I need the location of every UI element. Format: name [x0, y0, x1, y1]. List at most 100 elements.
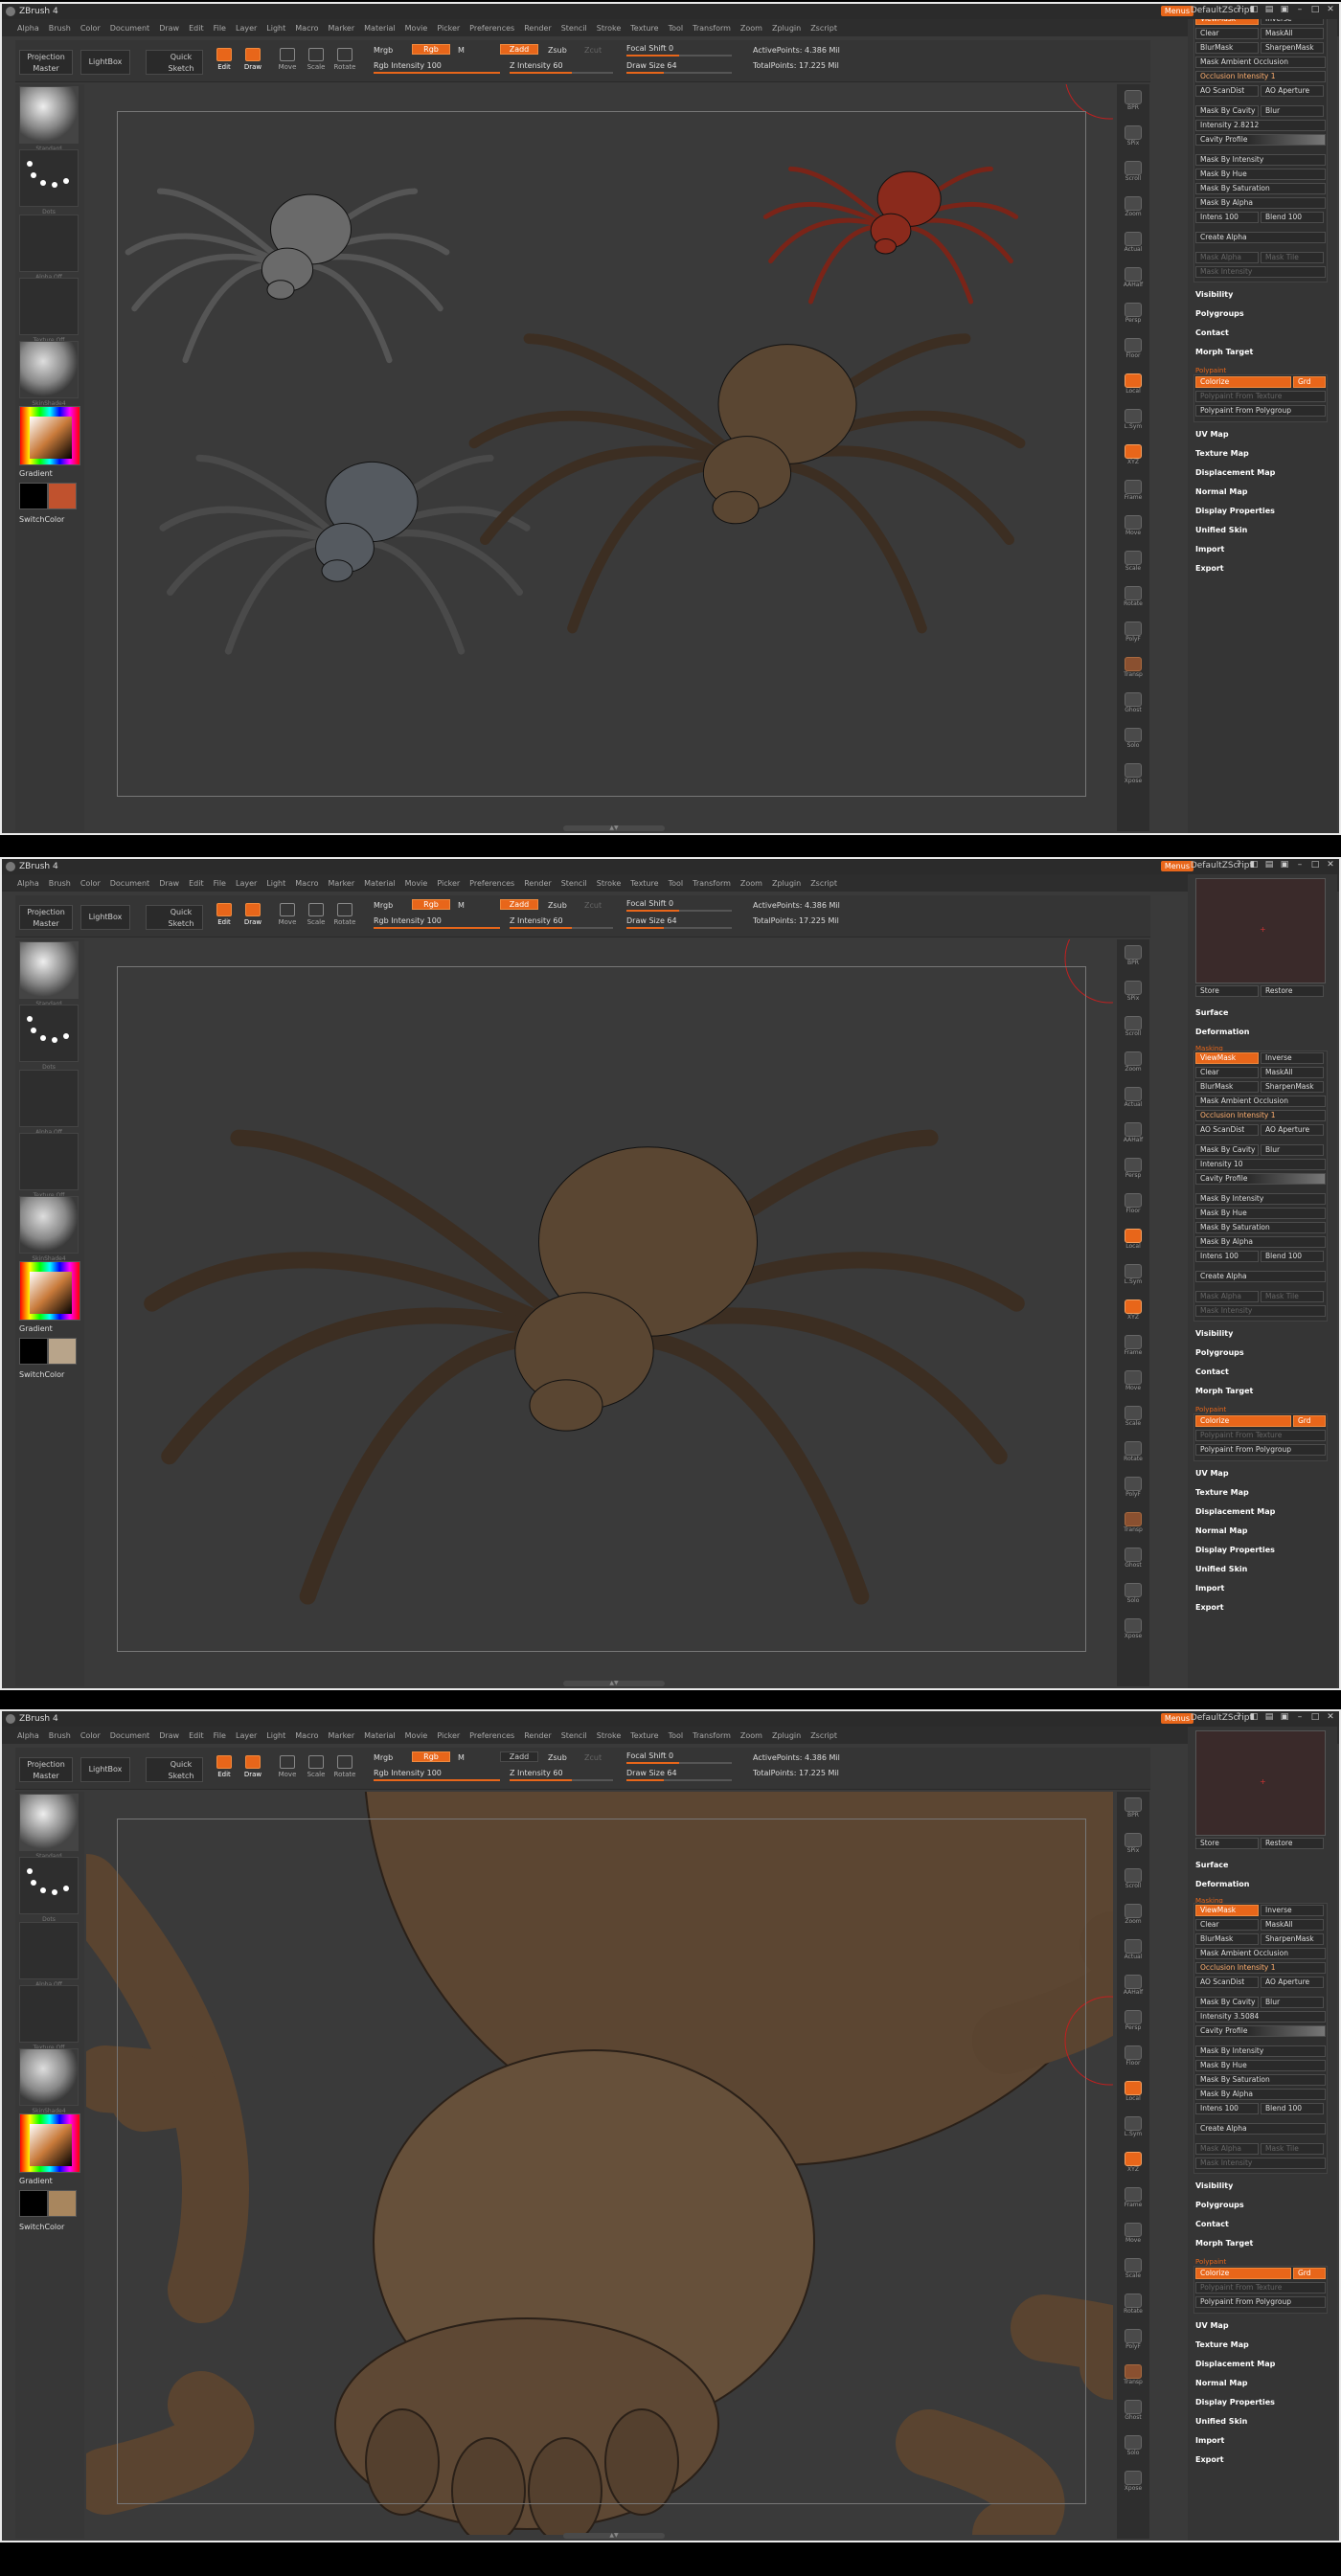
- menu-item-light[interactable]: Light: [266, 1731, 285, 1740]
- menu-item-light[interactable]: Light: [266, 24, 285, 33]
- shelf-xyz-button[interactable]: XYZ: [1120, 2152, 1147, 2177]
- normalmap-subpalette[interactable]: Normal Map: [1195, 2379, 1247, 2387]
- shelf-solo-button[interactable]: Solo: [1120, 2435, 1147, 2460]
- focal-shift-slider[interactable]: Focal Shift 0: [626, 1751, 673, 1760]
- material-thumbnail[interactable]: [19, 341, 79, 398]
- focal-shift-track[interactable]: [626, 910, 732, 912]
- uvmap-subpalette[interactable]: UV Map: [1195, 2321, 1229, 2330]
- shelf-local-button[interactable]: Local: [1120, 373, 1147, 398]
- mask-alpha2-button[interactable]: Mask Alpha: [1195, 1291, 1259, 1302]
- clear-button[interactable]: Clear: [1195, 1067, 1259, 1078]
- zsub-button[interactable]: Zsub: [548, 46, 567, 55]
- blurmask-button[interactable]: BlurMask: [1195, 1933, 1259, 1945]
- inverse-button[interactable]: Inverse: [1261, 1052, 1324, 1064]
- menu-item-material[interactable]: Material: [364, 1731, 396, 1740]
- maximize-icon[interactable]: □: [1310, 860, 1320, 870]
- surface-subpalette[interactable]: Surface: [1195, 1008, 1228, 1017]
- shelf-actual-button[interactable]: Actual: [1120, 1939, 1147, 1964]
- menu-item-edit[interactable]: Edit: [189, 879, 204, 888]
- mask-sat-button[interactable]: Mask By Saturation: [1195, 1222, 1326, 1233]
- menu-item-brush[interactable]: Brush: [49, 24, 71, 33]
- blur-button[interactable]: Blur: [1261, 1144, 1324, 1156]
- close-icon[interactable]: ✕: [1326, 860, 1335, 870]
- menu-item-document[interactable]: Document: [110, 1731, 149, 1740]
- scale-button[interactable]: Scale: [303, 48, 330, 77]
- export-subpalette[interactable]: Export: [1195, 564, 1224, 573]
- colorize-button[interactable]: Colorize: [1195, 2268, 1291, 2279]
- menu-item-render[interactable]: Render: [524, 879, 551, 888]
- shelf-ghost-button[interactable]: Ghost: [1120, 692, 1147, 717]
- shelf-xpose-button[interactable]: Xpose: [1120, 2471, 1147, 2496]
- shelf-scale-button[interactable]: Scale: [1120, 2258, 1147, 2283]
- rgb-intensity-track[interactable]: [374, 927, 500, 929]
- secondary-color-swatch[interactable]: [19, 483, 48, 509]
- layout-icon[interactable]: ◧: [1249, 5, 1259, 15]
- help-icon[interactable]: ?: [1234, 1712, 1243, 1723]
- shelf-solo-button[interactable]: Solo: [1120, 728, 1147, 753]
- polypaint-from-polygroup-button[interactable]: Polypaint From Polygroup: [1195, 2296, 1326, 2308]
- menu-item-zscript[interactable]: Zscript: [810, 1731, 837, 1740]
- menu-item-preferences[interactable]: Preferences: [469, 24, 514, 33]
- mask-ambient-button[interactable]: Mask Ambient Occlusion: [1195, 56, 1326, 68]
- mask-tile-button[interactable]: Mask Tile: [1261, 1291, 1324, 1302]
- polypaint-from-polygroup-button[interactable]: Polypaint From Polygroup: [1195, 405, 1326, 417]
- menu-item-layer[interactable]: Layer: [236, 879, 257, 888]
- shelf-move-button[interactable]: Move: [1120, 1370, 1147, 1395]
- mask-intensity-button[interactable]: Mask By Intensity: [1195, 154, 1326, 166]
- menu-item-transform[interactable]: Transform: [693, 879, 731, 888]
- shelf-spix-button[interactable]: SPix: [1120, 1833, 1147, 1858]
- shelf-zoom-button[interactable]: Zoom: [1120, 1051, 1147, 1076]
- sharpenmask-button[interactable]: SharpenMask: [1261, 1933, 1324, 1945]
- display-subpalette[interactable]: Display Properties: [1195, 2398, 1275, 2407]
- mask-alpha2-button[interactable]: Mask Alpha: [1195, 252, 1259, 263]
- polypaint-from-texture-button[interactable]: Polypaint From Texture: [1195, 1430, 1326, 1441]
- mask-hue-button[interactable]: Mask By Hue: [1195, 169, 1326, 180]
- menu-item-zscript[interactable]: Zscript: [810, 879, 837, 888]
- secondary-color-swatch[interactable]: [19, 1338, 48, 1365]
- switch-color-button[interactable]: SwitchColor: [19, 1370, 64, 1379]
- shelf-transp-button[interactable]: Transp: [1120, 2364, 1147, 2389]
- store-button[interactable]: Store: [1195, 985, 1259, 997]
- mask-intensity2-button[interactable]: Mask Intensity: [1195, 2158, 1326, 2169]
- close-icon[interactable]: ✕: [1326, 5, 1335, 15]
- morph-subpalette[interactable]: Morph Target: [1195, 1387, 1253, 1395]
- mask-ambient-button[interactable]: Mask Ambient Occlusion: [1195, 1096, 1326, 1107]
- colorize-button[interactable]: Colorize: [1195, 1415, 1291, 1427]
- draw-size-track[interactable]: [626, 1779, 732, 1781]
- maskall-button[interactable]: MaskAll: [1261, 1067, 1324, 1078]
- create-alpha-button[interactable]: Create Alpha: [1195, 232, 1326, 243]
- help-icon[interactable]: ?: [1234, 860, 1243, 870]
- polygroups-subpalette[interactable]: Polygroups: [1195, 1348, 1244, 1357]
- rotate-button[interactable]: Rotate: [331, 903, 358, 932]
- rgb-button[interactable]: Rgb: [412, 1751, 450, 1762]
- minimize-icon[interactable]: –: [1295, 860, 1305, 870]
- m-button[interactable]: M: [458, 1753, 465, 1762]
- zcut-button[interactable]: Zcut: [584, 46, 602, 55]
- shelf-actual-button[interactable]: Actual: [1120, 1087, 1147, 1112]
- ao-aperture-button[interactable]: AO Aperture: [1261, 85, 1324, 97]
- bottom-shelf-handle[interactable]: ▲▼: [563, 2533, 665, 2539]
- blend-button[interactable]: Blend 100: [1261, 2103, 1324, 2114]
- shelf-rotate-button[interactable]: Rotate: [1120, 586, 1147, 611]
- shelf-lsym-button[interactable]: L.Sym: [1120, 1264, 1147, 1289]
- menu-item-preferences[interactable]: Preferences: [469, 879, 514, 888]
- menu-item-transform[interactable]: Transform: [693, 24, 731, 33]
- menu-item-alpha[interactable]: Alpha: [17, 24, 39, 33]
- rgb-intensity-track[interactable]: [374, 1779, 500, 1781]
- menu-item-zplugin[interactable]: Zplugin: [772, 879, 801, 888]
- scale-button[interactable]: Scale: [303, 1755, 330, 1784]
- rgb-button[interactable]: Rgb: [412, 899, 450, 910]
- menu-item-zoom[interactable]: Zoom: [740, 879, 762, 888]
- draw-size-slider[interactable]: Draw Size 64: [626, 1769, 677, 1777]
- gradient-button[interactable]: Gradient: [19, 1324, 53, 1333]
- rgb-intensity-slider[interactable]: Rgb Intensity 100: [374, 916, 442, 925]
- z-intensity-track[interactable]: [510, 72, 613, 74]
- shelf-scale-button[interactable]: Scale: [1120, 1406, 1147, 1431]
- focal-shift-slider[interactable]: Focal Shift 0: [626, 899, 673, 908]
- grd-button[interactable]: Grd: [1293, 376, 1326, 388]
- edit-button[interactable]: Edit: [211, 903, 238, 932]
- grd-button[interactable]: Grd: [1293, 1415, 1326, 1427]
- help-icon[interactable]: ?: [1234, 5, 1243, 15]
- menu-item-zplugin[interactable]: Zplugin: [772, 24, 801, 33]
- normalmap-subpalette[interactable]: Normal Map: [1195, 1526, 1247, 1535]
